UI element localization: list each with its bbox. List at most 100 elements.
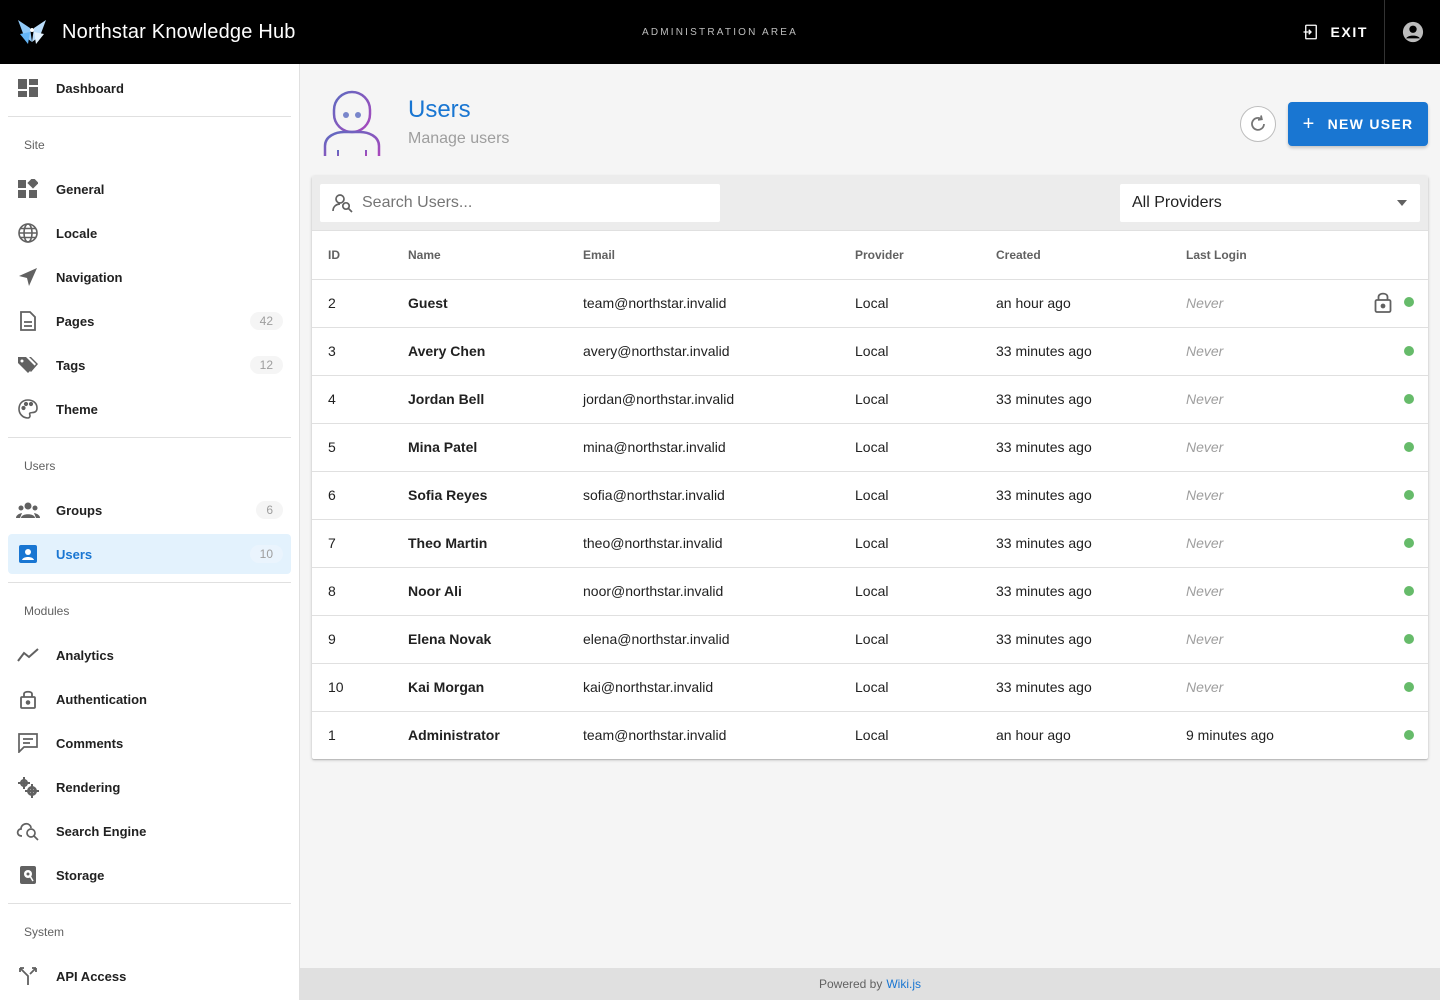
cell-name: Noor Ali [392, 567, 567, 616]
user-card-icon [16, 542, 40, 566]
sidebar-item-dashboard[interactable]: Dashboard [8, 68, 291, 108]
cell-id: 1 [328, 727, 336, 744]
column-header-created[interactable]: Created [980, 231, 1170, 280]
table-row[interactable]: 9 Elena Novak elena@northstar.invalid Lo… [312, 615, 1428, 664]
sidebar-item-tags[interactable]: Tags 12 [8, 345, 291, 385]
lock-icon [1374, 292, 1392, 313]
footer-link[interactable]: Wiki.js [886, 977, 921, 991]
cell-email: team@northstar.invalid [583, 727, 727, 744]
cell-last-login: Never [1170, 567, 1320, 616]
exit-button[interactable]: EXIT [1286, 0, 1384, 64]
divider [8, 582, 291, 583]
column-header-status [1320, 231, 1428, 280]
sidebar-item-rendering[interactable]: Rendering [8, 767, 291, 807]
app-title: Northstar Knowledge Hub [62, 20, 296, 43]
sidebar-item-label: Tags [56, 357, 86, 373]
cell-email: jordan@northstar.invalid [567, 375, 839, 424]
section-header-site: Site [24, 138, 45, 152]
sidebar-item-users[interactable]: Users 10 [8, 534, 291, 574]
new-user-button[interactable]: + NEW USER [1288, 102, 1428, 146]
users-card: All Providers ID Name Email Provider [312, 176, 1428, 759]
active-status-dot [1404, 346, 1414, 356]
sidebar-item-label: Navigation [56, 269, 123, 285]
table-row[interactable]: 4 Jordan Bell jordan@northstar.invalid L… [312, 375, 1428, 424]
user-avatar-icon [323, 90, 381, 158]
table-row[interactable]: 7 Theo Martin theo@northstar.invalid Loc… [312, 519, 1428, 568]
table-row[interactable]: 10 Kai Morgan kai@northstar.invalid Loca… [312, 663, 1428, 712]
provider-select[interactable]: All Providers [1120, 184, 1420, 222]
refresh-button[interactable] [1240, 106, 1276, 142]
sidebar-item-label: API Access [56, 968, 127, 984]
sidebar-item-analytics[interactable]: Analytics [8, 635, 291, 675]
storage-icon [16, 863, 40, 887]
sidebar-item-label: Locale [56, 225, 98, 241]
table-row[interactable]: 5 Mina Patel mina@northstar.invalid Loca… [312, 423, 1428, 472]
table-row[interactable]: 2 Guest team@northstar.invalid Local an … [312, 279, 1428, 328]
cell-name: Sofia Reyes [392, 471, 567, 520]
cell-email: elena@northstar.invalid [567, 615, 839, 664]
footer: Powered by Wiki.js [300, 968, 1440, 1000]
sidebar-item-authentication[interactable]: Authentication [8, 679, 291, 719]
sidebar-item-label: Dashboard [56, 80, 124, 96]
sidebar-item-search-engine[interactable]: Search Engine [8, 811, 291, 851]
column-header-name[interactable]: Name [392, 231, 567, 280]
cell-provider: Local [839, 519, 980, 568]
sidebar-item-label: Storage [56, 867, 105, 883]
column-header-provider[interactable]: Provider [839, 231, 980, 280]
active-status-dot [1404, 442, 1414, 452]
cell-created: 33 minutes ago [980, 519, 1170, 568]
cell-status [1320, 327, 1428, 376]
active-status-dot [1404, 394, 1414, 404]
cell-last-login: Never [1170, 375, 1320, 424]
cell-name: Kai Morgan [392, 663, 567, 712]
logo-icon [18, 20, 46, 44]
lock-icon [16, 687, 40, 711]
column-header-id[interactable]: ID [312, 231, 392, 280]
account-circle-icon [1402, 21, 1423, 43]
sidebar-item-theme[interactable]: Theme [8, 389, 291, 429]
sidebar-item-pages[interactable]: Pages 42 [8, 301, 291, 341]
column-header-last-login[interactable]: Last Login [1170, 231, 1320, 280]
divider [8, 437, 291, 438]
sidebar-item-label: Theme [56, 401, 98, 417]
new-user-label: NEW USER [1327, 116, 1414, 132]
sidebar-item-comments[interactable]: Comments [8, 723, 291, 763]
page-subtitle: Manage users [408, 130, 510, 147]
cell-last-login: Never [1170, 615, 1320, 664]
table-row[interactable]: 6 Sofia Reyes sofia@northstar.invalid Lo… [312, 471, 1428, 520]
table-row[interactable]: 8 Noor Ali noor@northstar.invalid Local … [312, 567, 1428, 616]
cell-provider: Local [839, 615, 980, 664]
sidebar-item-navigation[interactable]: Navigation [8, 257, 291, 297]
search-input[interactable] [362, 194, 702, 212]
column-header-email[interactable]: Email [567, 231, 839, 280]
sidebar-item-locale[interactable]: Locale [8, 213, 291, 253]
sidebar-item-label: Comments [56, 735, 124, 751]
sidebar-item-label: General [56, 181, 105, 197]
sidebar-item-label: Analytics [56, 647, 114, 663]
section-header-modules: Modules [24, 604, 70, 618]
cell-email: team@northstar.invalid [567, 279, 839, 328]
sidebar-item-api-access[interactable]: API Access [8, 956, 291, 996]
cell-last-login: Never [1170, 327, 1320, 376]
cell-name: Avery Chen [392, 327, 567, 376]
refresh-icon [1251, 115, 1265, 131]
sidebar-item-storage[interactable]: Storage [8, 855, 291, 895]
cell-status [1320, 663, 1428, 712]
active-status-dot [1404, 634, 1414, 644]
table-row[interactable]: 3 Avery Chen avery@northstar.invalid Loc… [312, 327, 1428, 376]
dropdown-arrow-icon [1397, 200, 1407, 206]
cell-created: 33 minutes ago [980, 375, 1170, 424]
brand[interactable]: Northstar Knowledge Hub [0, 16, 400, 48]
count-badge: 10 [249, 545, 283, 563]
account-button[interactable] [1384, 0, 1440, 64]
table-row[interactable]: 1 Administrator team@northstar.invalid L… [312, 711, 1428, 759]
cell-provider: Local [839, 423, 980, 472]
sidebar-item-general[interactable]: General [8, 169, 291, 209]
sidebar-item-groups[interactable]: Groups 6 [8, 490, 291, 530]
search-field[interactable] [320, 184, 720, 222]
cell-created: 33 minutes ago [980, 327, 1170, 376]
cell-status [1320, 519, 1428, 568]
cell-provider: Local [839, 471, 980, 520]
cell-status [1320, 471, 1428, 520]
provider-select-value: All Providers [1132, 194, 1222, 211]
